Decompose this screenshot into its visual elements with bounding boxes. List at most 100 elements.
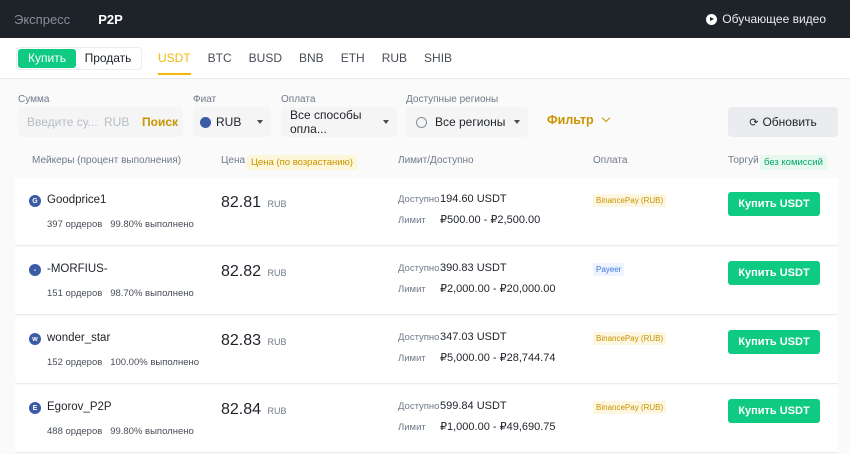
- filters-bar: Сумма Введите су... RUB Поиск Фиат RUB О…: [0, 86, 850, 142]
- globe-icon: [416, 116, 427, 128]
- payment-method-badge: BinancePay (RUB): [593, 332, 667, 345]
- payment-label: Оплата: [281, 94, 316, 105]
- asset-tab-usdt[interactable]: USDT: [158, 38, 191, 79]
- col-payment: Оплата: [593, 155, 628, 166]
- limit-info: Лимит ₽2,000.00 - ₽20,000.00: [398, 282, 556, 295]
- buy-usdt-button[interactable]: Купить USDT: [728, 399, 820, 423]
- avatar: -: [29, 264, 41, 276]
- play-icon: [706, 13, 718, 25]
- asset-tab-busd[interactable]: BUSD: [249, 38, 282, 79]
- asset-tab-rub[interactable]: RUB: [382, 38, 407, 79]
- merchant-stats: 488 ордеров 99.80% выполнено: [47, 426, 194, 437]
- tutorial-video-link[interactable]: Обучающее видео: [706, 0, 826, 38]
- asset-tab-btc[interactable]: BTC: [208, 38, 232, 79]
- available-value: 194.60 USDT: [440, 193, 507, 205]
- limit-value: ₽2,000.00 - ₽20,000.00: [440, 283, 556, 295]
- buy-usdt-button[interactable]: Купить USDT: [728, 330, 820, 354]
- limit-value: ₽500.00 - ₽2,500.00: [440, 214, 541, 226]
- tab-express[interactable]: Экспресс: [14, 12, 70, 27]
- price: 82.81 RUB: [221, 194, 287, 212]
- merchant-stats: 397 ордеров 99.80% выполнено: [47, 219, 194, 230]
- payment-method-badge: BinancePay (RUB): [593, 194, 667, 207]
- filter-button[interactable]: Фильтр: [547, 113, 610, 127]
- tab-p2p[interactable]: P2P: [98, 12, 123, 27]
- price-currency: RUB: [267, 406, 287, 416]
- price-sort-badge[interactable]: Цена (по возрастанию): [247, 155, 357, 170]
- fiat-select[interactable]: RUB: [193, 107, 271, 137]
- price-currency: RUB: [267, 199, 287, 209]
- filter-label: Фильтр: [547, 113, 594, 127]
- available-key: Доступно: [398, 401, 440, 412]
- available-key: Доступно: [398, 263, 440, 274]
- available-key: Доступно: [398, 332, 440, 343]
- avatar: w: [29, 333, 41, 345]
- merchant-name[interactable]: -MORFIUS-: [47, 263, 108, 275]
- price-currency: RUB: [267, 268, 287, 278]
- refresh-button[interactable]: ⟳ Обновить: [728, 107, 838, 137]
- col-makers: Мейкеры (процент выполнения): [32, 155, 182, 166]
- asset-tab-bnb[interactable]: BNB: [299, 38, 324, 79]
- limit-info: Лимит ₽1,000.00 - ₽49,690.75: [398, 420, 556, 433]
- buy-usdt-button[interactable]: Купить USDT: [728, 261, 820, 285]
- available-value: 390.83 USDT: [440, 262, 507, 274]
- limit-key: Лимит: [398, 422, 426, 433]
- available-value: 347.03 USDT: [440, 331, 507, 343]
- asset-bar: Купить Продать USDT BTC BUSD BNB ETH RUB…: [0, 38, 850, 79]
- merchant-name[interactable]: Egorov_P2P: [47, 401, 112, 413]
- price-value: 82.83: [221, 332, 262, 349]
- region-value: Все регионы: [435, 115, 506, 129]
- region-select[interactable]: Все регионы: [406, 107, 528, 137]
- payment-select[interactable]: Все способы опла...: [281, 107, 397, 137]
- amount-field[interactable]: Введите су... RUB Поиск: [18, 107, 183, 137]
- search-button[interactable]: Поиск: [142, 115, 178, 129]
- no-fee-badge: без комиссий: [760, 155, 827, 170]
- available-info: Доступно599.84 USDT: [398, 400, 507, 412]
- price-currency: RUB: [267, 337, 287, 347]
- fiat-value: RUB: [216, 115, 242, 129]
- refresh-label: Обновить: [762, 115, 817, 129]
- limit-value: ₽5,000.00 - ₽28,744.74: [440, 352, 556, 364]
- asset-tab-eth[interactable]: ETH: [341, 38, 365, 79]
- merchant-name[interactable]: Goodprice1: [47, 194, 106, 206]
- price: 82.82 RUB: [221, 263, 287, 281]
- refresh-icon: ⟳: [749, 116, 759, 129]
- limit-value: ₽1,000.00 - ₽49,690.75: [440, 421, 556, 433]
- price-value: 82.82: [221, 263, 262, 280]
- available-info: Доступно347.03 USDT: [398, 331, 507, 343]
- amount-placeholder: Введите су...: [27, 115, 98, 129]
- table-row: w wonder_star 152 ордеров 100.00% выполн…: [15, 316, 838, 384]
- available-key: Доступно: [398, 194, 440, 205]
- available-value: 599.84 USDT: [440, 400, 507, 412]
- price-value: 82.84: [221, 401, 262, 418]
- col-price: Цена: [221, 155, 246, 166]
- limit-info: Лимит ₽5,000.00 - ₽28,744.74: [398, 351, 556, 364]
- asset-tab-shib[interactable]: SHIB: [424, 38, 452, 79]
- payment-value: Все способы опла...: [290, 108, 362, 136]
- top-navigation: Экспресс P2P Обучающее видео: [0, 0, 850, 38]
- payment-method-badge: BinancePay (RUB): [593, 401, 667, 414]
- table-header: Мейкеры (процент выполнения) Цена Цена (…: [0, 153, 850, 171]
- available-info: Доступно194.60 USDT: [398, 193, 507, 205]
- amount-label: Сумма: [18, 94, 50, 105]
- region-label: Доступные регионы: [406, 94, 499, 105]
- available-info: Доступно390.83 USDT: [398, 262, 507, 274]
- fiat-label: Фиат: [193, 94, 217, 105]
- limit-info: Лимит ₽500.00 - ₽2,500.00: [398, 213, 540, 226]
- limit-key: Лимит: [398, 353, 426, 364]
- table-row: - -MORFIUS- 151 ордеров 98.70% выполнено…: [15, 247, 838, 315]
- buy-sell-toggle: Купить Продать: [16, 46, 142, 70]
- avatar: E: [29, 402, 41, 414]
- amount-currency: RUB: [104, 115, 130, 129]
- merchant-name[interactable]: wonder_star: [47, 332, 110, 344]
- payment-method-badge: Payeer: [593, 263, 625, 276]
- col-trade: Торгуй: [728, 155, 759, 166]
- chevron-down-icon: [514, 120, 520, 124]
- ruble-coin-icon: [200, 116, 211, 128]
- buy-usdt-button[interactable]: Купить USDT: [728, 192, 820, 216]
- limit-key: Лимит: [398, 215, 426, 226]
- sell-toggle-button[interactable]: Продать: [76, 49, 140, 68]
- table-row: G Goodprice1 397 ордеров 99.80% выполнен…: [15, 178, 838, 246]
- merchant-stats: 151 ордеров 98.70% выполнено: [47, 288, 194, 299]
- price-value: 82.81: [221, 194, 262, 211]
- buy-toggle-button[interactable]: Купить: [18, 48, 76, 68]
